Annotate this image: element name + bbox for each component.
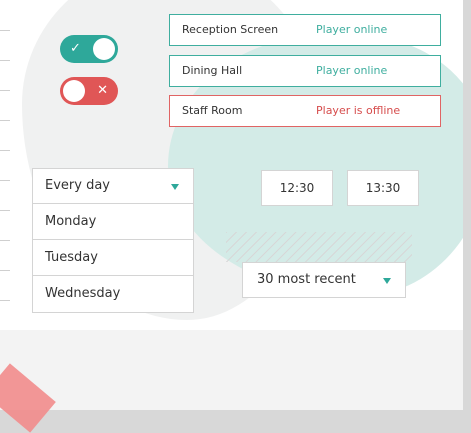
hatched-pattern — [226, 232, 412, 262]
player-row-reception[interactable]: Reception Screen Player online — [169, 14, 441, 46]
player-name: Reception Screen — [182, 23, 279, 36]
check-icon: ✓ — [70, 41, 81, 56]
player-name: Staff Room — [182, 104, 243, 117]
bottom-band — [0, 330, 463, 410]
chevron-down-icon — [171, 184, 179, 190]
player-row-staff[interactable]: Staff Room Player is offline — [169, 95, 441, 127]
close-icon: ✕ — [97, 83, 108, 98]
player-status: Player online — [316, 64, 388, 77]
app-card: ✓ ✕ Reception Screen Player online Dinin… — [0, 0, 463, 410]
toggle-on[interactable]: ✓ — [60, 35, 118, 63]
frequency-dropdown[interactable]: Every day — [32, 168, 194, 204]
day-option-monday[interactable]: Monday — [33, 204, 193, 240]
end-time-input[interactable]: 13:30 — [347, 170, 419, 206]
history-dropdown[interactable]: 30 most recent — [242, 262, 406, 298]
start-time-input[interactable]: 12:30 — [261, 170, 333, 206]
frequency-value: Every day — [45, 178, 110, 193]
player-row-dining[interactable]: Dining Hall Player online — [169, 55, 441, 87]
day-option-tuesday[interactable]: Tuesday — [33, 240, 193, 276]
player-name: Dining Hall — [182, 64, 243, 77]
toggle-knob — [93, 38, 115, 60]
day-options-list: Monday Tuesday Wednesday — [32, 204, 194, 313]
player-status: Player is offline — [316, 104, 401, 117]
player-status: Player online — [316, 23, 388, 36]
day-option-wednesday[interactable]: Wednesday — [33, 276, 193, 312]
toggle-off[interactable]: ✕ — [60, 77, 118, 105]
toggle-knob — [63, 80, 85, 102]
chevron-down-icon — [383, 278, 391, 284]
history-value: 30 most recent — [257, 272, 356, 287]
